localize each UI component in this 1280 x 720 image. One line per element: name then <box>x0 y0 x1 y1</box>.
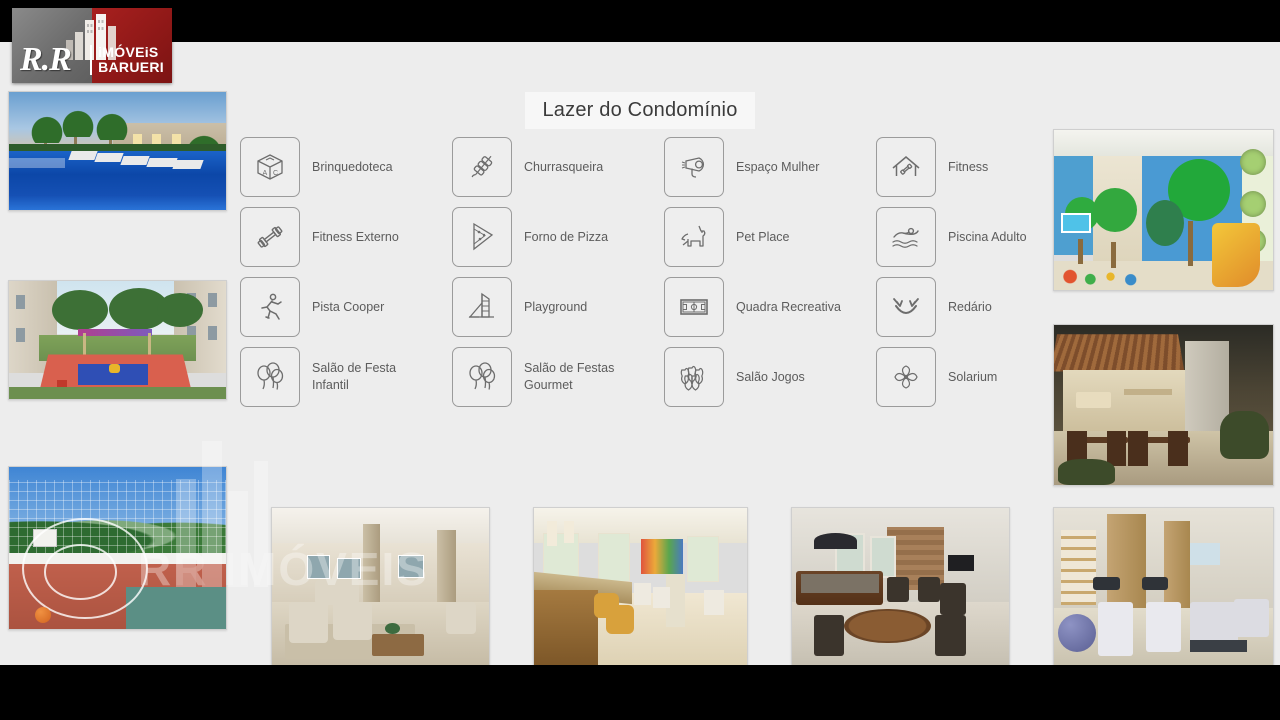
hairdryer-icon <box>664 137 724 197</box>
slide-stage: Lazer do Condomínio RR IMÓVEIS A C Brinq… <box>0 0 1280 720</box>
amenity-piscina-adulto[interactable]: Piscina Adulto <box>876 207 1071 267</box>
amenity-label: Salão de Festas Gourmet <box>524 361 615 392</box>
photo-salao-jogos <box>791 507 1010 665</box>
amenity-churrasqueira[interactable]: Churrasqueira <box>452 137 647 197</box>
playground-slide-icon <box>452 277 512 337</box>
photo-salao-gourmet <box>533 507 748 665</box>
amenity-fitness[interactable]: Fitness <box>876 137 1071 197</box>
amenity-label: Piscina Adulto <box>948 229 1027 244</box>
amenity-label: Playground <box>524 299 588 314</box>
amenity-playground[interactable]: Playground <box>452 277 647 337</box>
house-dumbbell-icon <box>876 137 936 197</box>
amenity-label: Fitness <box>948 159 989 174</box>
toy-block-icon: A C <box>240 137 300 197</box>
logo-wordmark: iMÓVEiS BARUERI <box>90 43 164 75</box>
balloons-icon <box>452 347 512 407</box>
dog-icon <box>664 207 724 267</box>
swimmer-icon <box>876 207 936 267</box>
logo-monogram: R.R <box>20 41 72 78</box>
pinwheel-icon <box>876 347 936 407</box>
amenity-label: Redário <box>948 299 992 314</box>
amenity-label: Pet Place <box>736 229 790 244</box>
amenity-pista-cooper[interactable]: Pista Cooper <box>240 277 435 337</box>
runner-icon <box>240 277 300 337</box>
sports-field-icon <box>664 277 724 337</box>
svg-text:A: A <box>263 170 268 177</box>
letterbox-bottom <box>0 665 1280 720</box>
amenity-label: Forno de Pizza <box>524 229 609 244</box>
amenity-salao-festa-infantil[interactable]: Salão de Festa Infantil <box>240 347 435 407</box>
amenity-label: Salão de Festa Infantil <box>312 361 397 392</box>
amenity-fitness-externo[interactable]: Fitness Externo <box>240 207 435 267</box>
amenity-label: Solarium <box>948 369 998 384</box>
logo-line-2: BARUERI <box>98 58 164 75</box>
logo-line-1: iMÓVEiS <box>98 43 159 60</box>
amenity-salao-jogos[interactable]: Salão Jogos <box>664 347 859 407</box>
amenity-salao-festas-gourmet[interactable]: Salão de Festas Gourmet <box>452 347 647 407</box>
skewer-icon <box>452 137 512 197</box>
amenity-label: Brinquedoteca <box>312 159 393 174</box>
company-logo: R.R iMÓVEiS BARUERI <box>12 8 172 83</box>
amenity-forno-de-pizza[interactable]: Forno de Pizza <box>452 207 647 267</box>
photo-quadra <box>8 466 227 630</box>
photo-piscina <box>8 91 227 211</box>
balloons-icon <box>240 347 300 407</box>
page-title-text: Lazer do Condomínio <box>542 99 738 121</box>
amenity-label: Pista Cooper <box>312 299 385 314</box>
amenity-solarium[interactable]: Solarium <box>876 347 1071 407</box>
amenity-pet-place[interactable]: Pet Place <box>664 207 859 267</box>
amenity-espaco-mulher[interactable]: Espaço Mulher <box>664 137 859 197</box>
dumbbell-icon <box>240 207 300 267</box>
pizza-slice-icon <box>452 207 512 267</box>
amenity-label: Quadra Recreativa <box>736 299 841 314</box>
amenity-brinquedoteca[interactable]: A C Brinquedoteca <box>240 137 435 197</box>
hammock-icon <box>876 277 936 337</box>
amenity-label: Churrasqueira <box>524 159 604 174</box>
amenity-quadra-recreativa[interactable]: Quadra Recreativa <box>664 277 859 337</box>
amenity-label: Espaço Mulher <box>736 159 820 174</box>
bowling-pins-icon <box>664 347 724 407</box>
page-title: Lazer do Condomínio <box>525 92 755 129</box>
photo-brinquedoteca <box>1053 129 1274 291</box>
amenity-label: Salão Jogos <box>736 369 805 384</box>
slide-canvas: Lazer do Condomínio RR IMÓVEIS A C Brinq… <box>0 42 1280 665</box>
photo-espaco-gourmet <box>1053 324 1274 486</box>
svg-text:C: C <box>273 170 278 177</box>
photo-fitness <box>1053 507 1274 665</box>
photo-playground <box>8 280 227 400</box>
amenity-label: Fitness Externo <box>312 229 399 244</box>
amenities-grid: A C Brinquedoteca Fitness Externo Pista … <box>240 137 1040 468</box>
letterbox-top <box>0 0 1280 42</box>
amenity-redario[interactable]: Redário <box>876 277 1071 337</box>
photo-salao-festas <box>271 507 490 665</box>
